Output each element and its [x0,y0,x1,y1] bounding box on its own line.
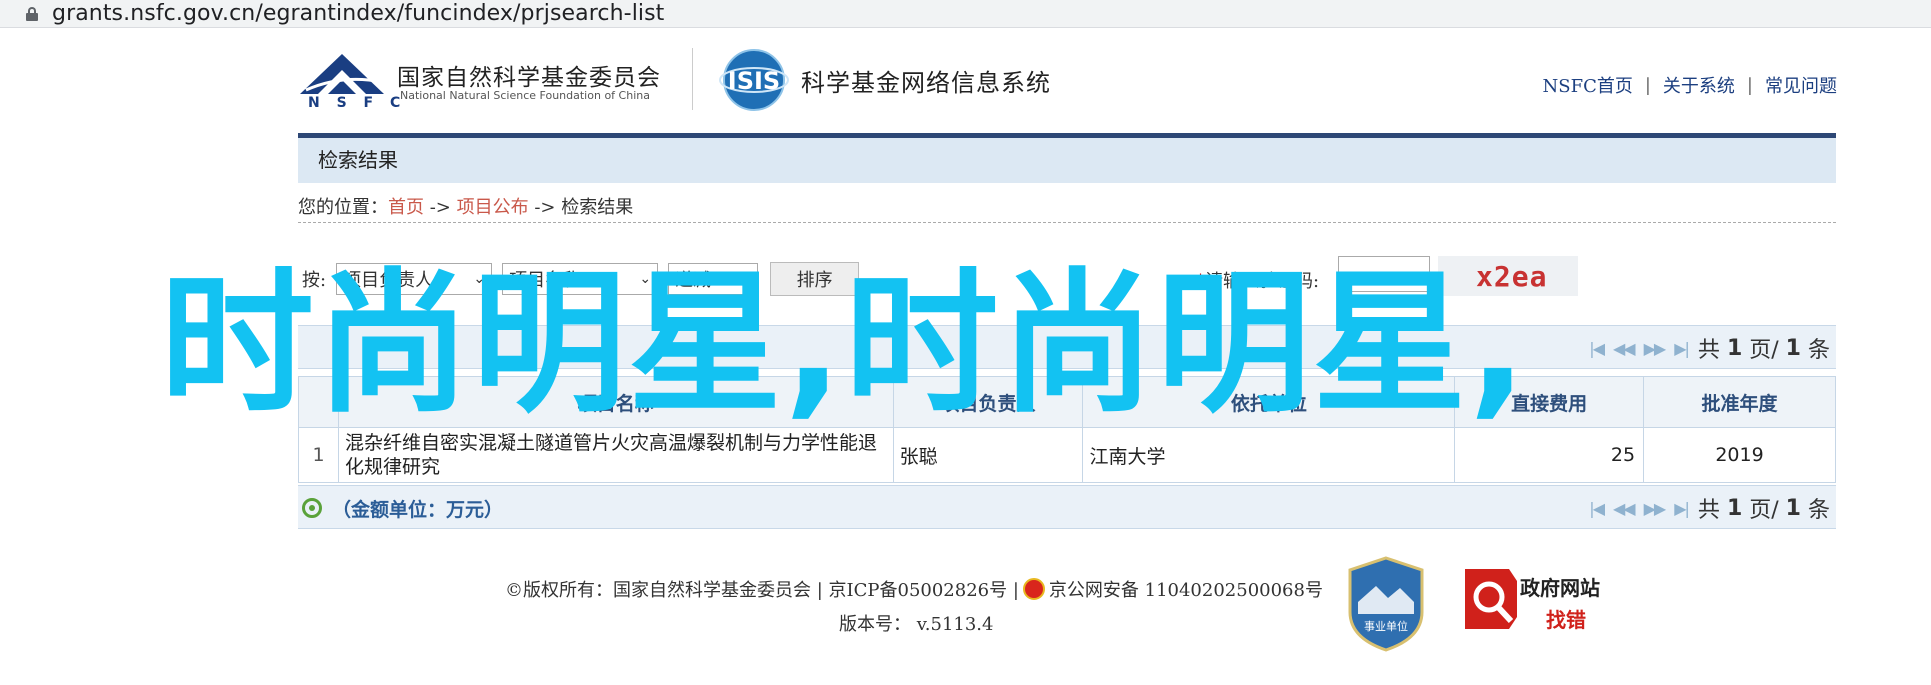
pager-last-icon[interactable]: ▶| [1674,499,1690,518]
link-separator: | [1644,74,1651,96]
address-bar[interactable]: grants.nsfc.gov.cn/egrantindex/funcindex… [0,0,1931,28]
pager-prev-icon[interactable]: ◀◀ [1613,499,1636,518]
overlay-watermark-text: 时尚明星,时尚明星, [160,255,1530,434]
pager-top: |◀ ◀◀ ▶▶ ▶| 共 1 页/ 1 条 [1589,326,1830,370]
gov-site-sub: 找错 [1546,608,1586,632]
amount-unit: （金额单位：万元） [302,486,503,530]
cell-host-unit: 江南大学 [1082,427,1456,483]
pager-text-prefix: 共 [1697,338,1720,363]
lock-icon [26,6,38,21]
cell-approval-year: 2019 [1643,427,1836,483]
breadcrumb-prefix: 您的位置： [298,197,388,218]
public-institution-badge-icon[interactable]: 事业单位 [1346,556,1426,652]
pager-text-suffix: 条 [1807,338,1830,363]
cell-project-name[interactable]: 混杂纤维自密实混凝土隧道管片火灾高温爆裂机制与力学性能退化规律研究 [337,427,894,483]
org-name-cn: 国家自然科学基金委员会 [397,65,661,91]
pager-bottom: |◀ ◀◀ ▶▶ ▶| 共 1 页/ 1 条 [1589,486,1830,530]
pager-text-prefix: 共 [1697,498,1720,523]
breadcrumb-home[interactable]: 首页 [388,197,424,218]
isis-logo-text: ISIS [728,67,780,95]
pager-text-suffix: 条 [1807,498,1830,523]
pager-text-mid: 页/ [1749,498,1779,523]
amount-unit-text: （金额单位：万元） [332,498,504,521]
money-icon [302,498,322,518]
footer-copyright: ©版权所有：国家自然科学基金委员会 | 京ICP备05002826号 | 京公网… [505,576,1323,602]
police-record[interactable]: 京公网安备 11040202500068号 [1049,576,1323,602]
breadcrumb: 您的位置：首页 -> 项目公布 -> 检索结果 [298,193,1836,223]
pager-bar-bottom: （金额单位：万元） |◀ ◀◀ ▶▶ ▶| 共 1 页/ 1 条 [298,485,1836,529]
pager-text-mid: 页/ [1749,338,1779,363]
link-separator: | [1746,74,1753,96]
pager-total: 1 [1785,335,1801,361]
badge-text: 事业单位 [1364,619,1408,633]
breadcrumb-current: 检索结果 [561,197,634,218]
cell-direct-cost: 25 [1454,427,1645,483]
link-about-system[interactable]: 关于系统 [1663,72,1735,98]
nsfc-logo-text: N S F C [308,95,407,111]
breadcrumb-project-announce[interactable]: 项目公布 [457,197,529,218]
cell-index: 1 [298,427,339,483]
pager-prev-icon[interactable]: ◀◀ [1613,339,1636,358]
police-emblem-icon [1022,578,1045,600]
link-faq[interactable]: 常见问题 [1765,72,1837,98]
footer-version: 版本号： v.5113.4 [839,610,993,636]
url-text[interactable]: grants.nsfc.gov.cn/egrantindex/funcindex… [52,1,664,26]
pager-next-icon[interactable]: ▶▶ [1644,339,1667,358]
link-nsfc-home[interactable]: NSFC首页 [1543,72,1633,98]
pager-next-icon[interactable]: ▶▶ [1644,499,1667,518]
version-label: 版本号： [839,614,911,635]
cell-project-leader: 张聪 [892,427,1084,483]
org-name-en: National Natural Science Foundation of C… [400,89,650,102]
pager-current: 1 [1726,495,1743,521]
pager-last-icon[interactable]: ▶| [1674,339,1690,358]
version-number: v.5113.4 [916,614,994,635]
system-name: 科学基金网络信息系统 [801,69,1051,97]
copyright-text: ©版权所有：国家自然科学基金委员会 | 京ICP备05002826号 | [505,580,1019,601]
pager-current: 1 [1726,335,1743,361]
pager-first-icon[interactable]: |◀ [1589,499,1605,518]
pager-total: 1 [1785,495,1801,521]
gov-site-title: 政府网站 [1520,576,1600,600]
result-title: 检索结果 [298,138,1836,183]
breadcrumb-sep: -> [528,197,562,218]
isis-logo-icon: ISIS [719,49,789,111]
table-row: 1 混杂纤维自密实混凝土隧道管片火灾高温爆裂机制与力学性能退化规律研究 张聪 江… [298,427,1836,483]
header-divider [692,48,693,110]
pager-first-icon[interactable]: |◀ [1589,339,1605,358]
top-links: NSFC首页 | 关于系统 | 常见问题 [1543,72,1838,98]
col-approval-year[interactable]: 批准年度 [1643,376,1836,428]
breadcrumb-sep: -> [424,197,457,218]
